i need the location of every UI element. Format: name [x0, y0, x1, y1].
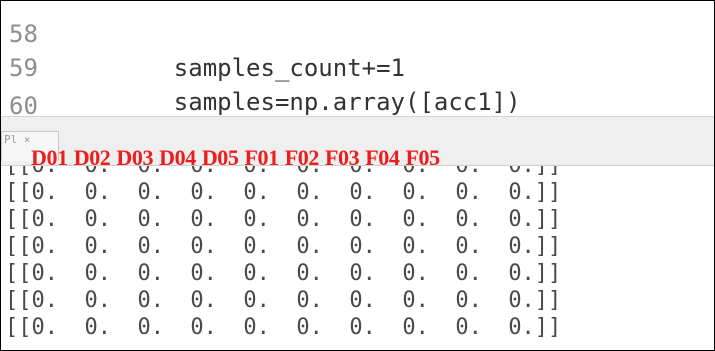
output-row: [[0. 0. 0. 0. 0. 0. 0. 0. 0. 0.]] — [5, 288, 562, 313]
output-row: [[0. 0. 0. 0. 0. 0. 0. 0. 0. 0.]] — [5, 261, 562, 286]
code-editor[interactable]: 58 samples_count+=1 59 samples=np.array(… — [1, 1, 714, 117]
output-row: [[0. 0. 0. 0. 0. 0. 0. 0. 0. 0.]] — [5, 234, 562, 259]
column-labels-overlay: D01 D02 D03 D04 D05 F01 F02 F03 F04 F05 — [31, 143, 446, 173]
output-row: [[0. 0. 0. 0. 0. 0. 0. 0. 0. 0.]] — [5, 315, 562, 340]
output-row: [[0. 0. 0. 0. 0. 0. 0. 0. 0. 0.]] — [5, 180, 562, 205]
column-label: F03 — [325, 145, 360, 170]
column-label: F01 — [244, 145, 280, 170]
column-label: D04 — [159, 145, 196, 170]
column-label: F05 — [405, 145, 441, 170]
code-line: 60 return samples — [1, 55, 714, 116]
code-line: 58 samples_count+=1 — [1, 1, 714, 82]
code-line: 59 samples=np.array([acc1]) — [1, 17, 714, 116]
column-label: D01 — [31, 145, 68, 170]
column-label: F04 — [365, 145, 400, 170]
column-label: D05 — [201, 145, 239, 170]
screenshot-frame: 58 samples_count+=1 59 samples=np.array(… — [0, 0, 715, 351]
column-label: D03 — [116, 145, 154, 170]
console-output[interactable]: [[0. 0. 0. 0. 0. 0. 0. 0. 0. 0.]] [[0. 0… — [1, 166, 714, 350]
column-label: D02 — [73, 145, 111, 170]
output-row: [[0. 0. 0. 0. 0. 0. 0. 0. 0. 0.]] — [5, 207, 562, 232]
column-label: F02 — [284, 145, 320, 170]
code-line: 61 — [1, 91, 714, 116]
